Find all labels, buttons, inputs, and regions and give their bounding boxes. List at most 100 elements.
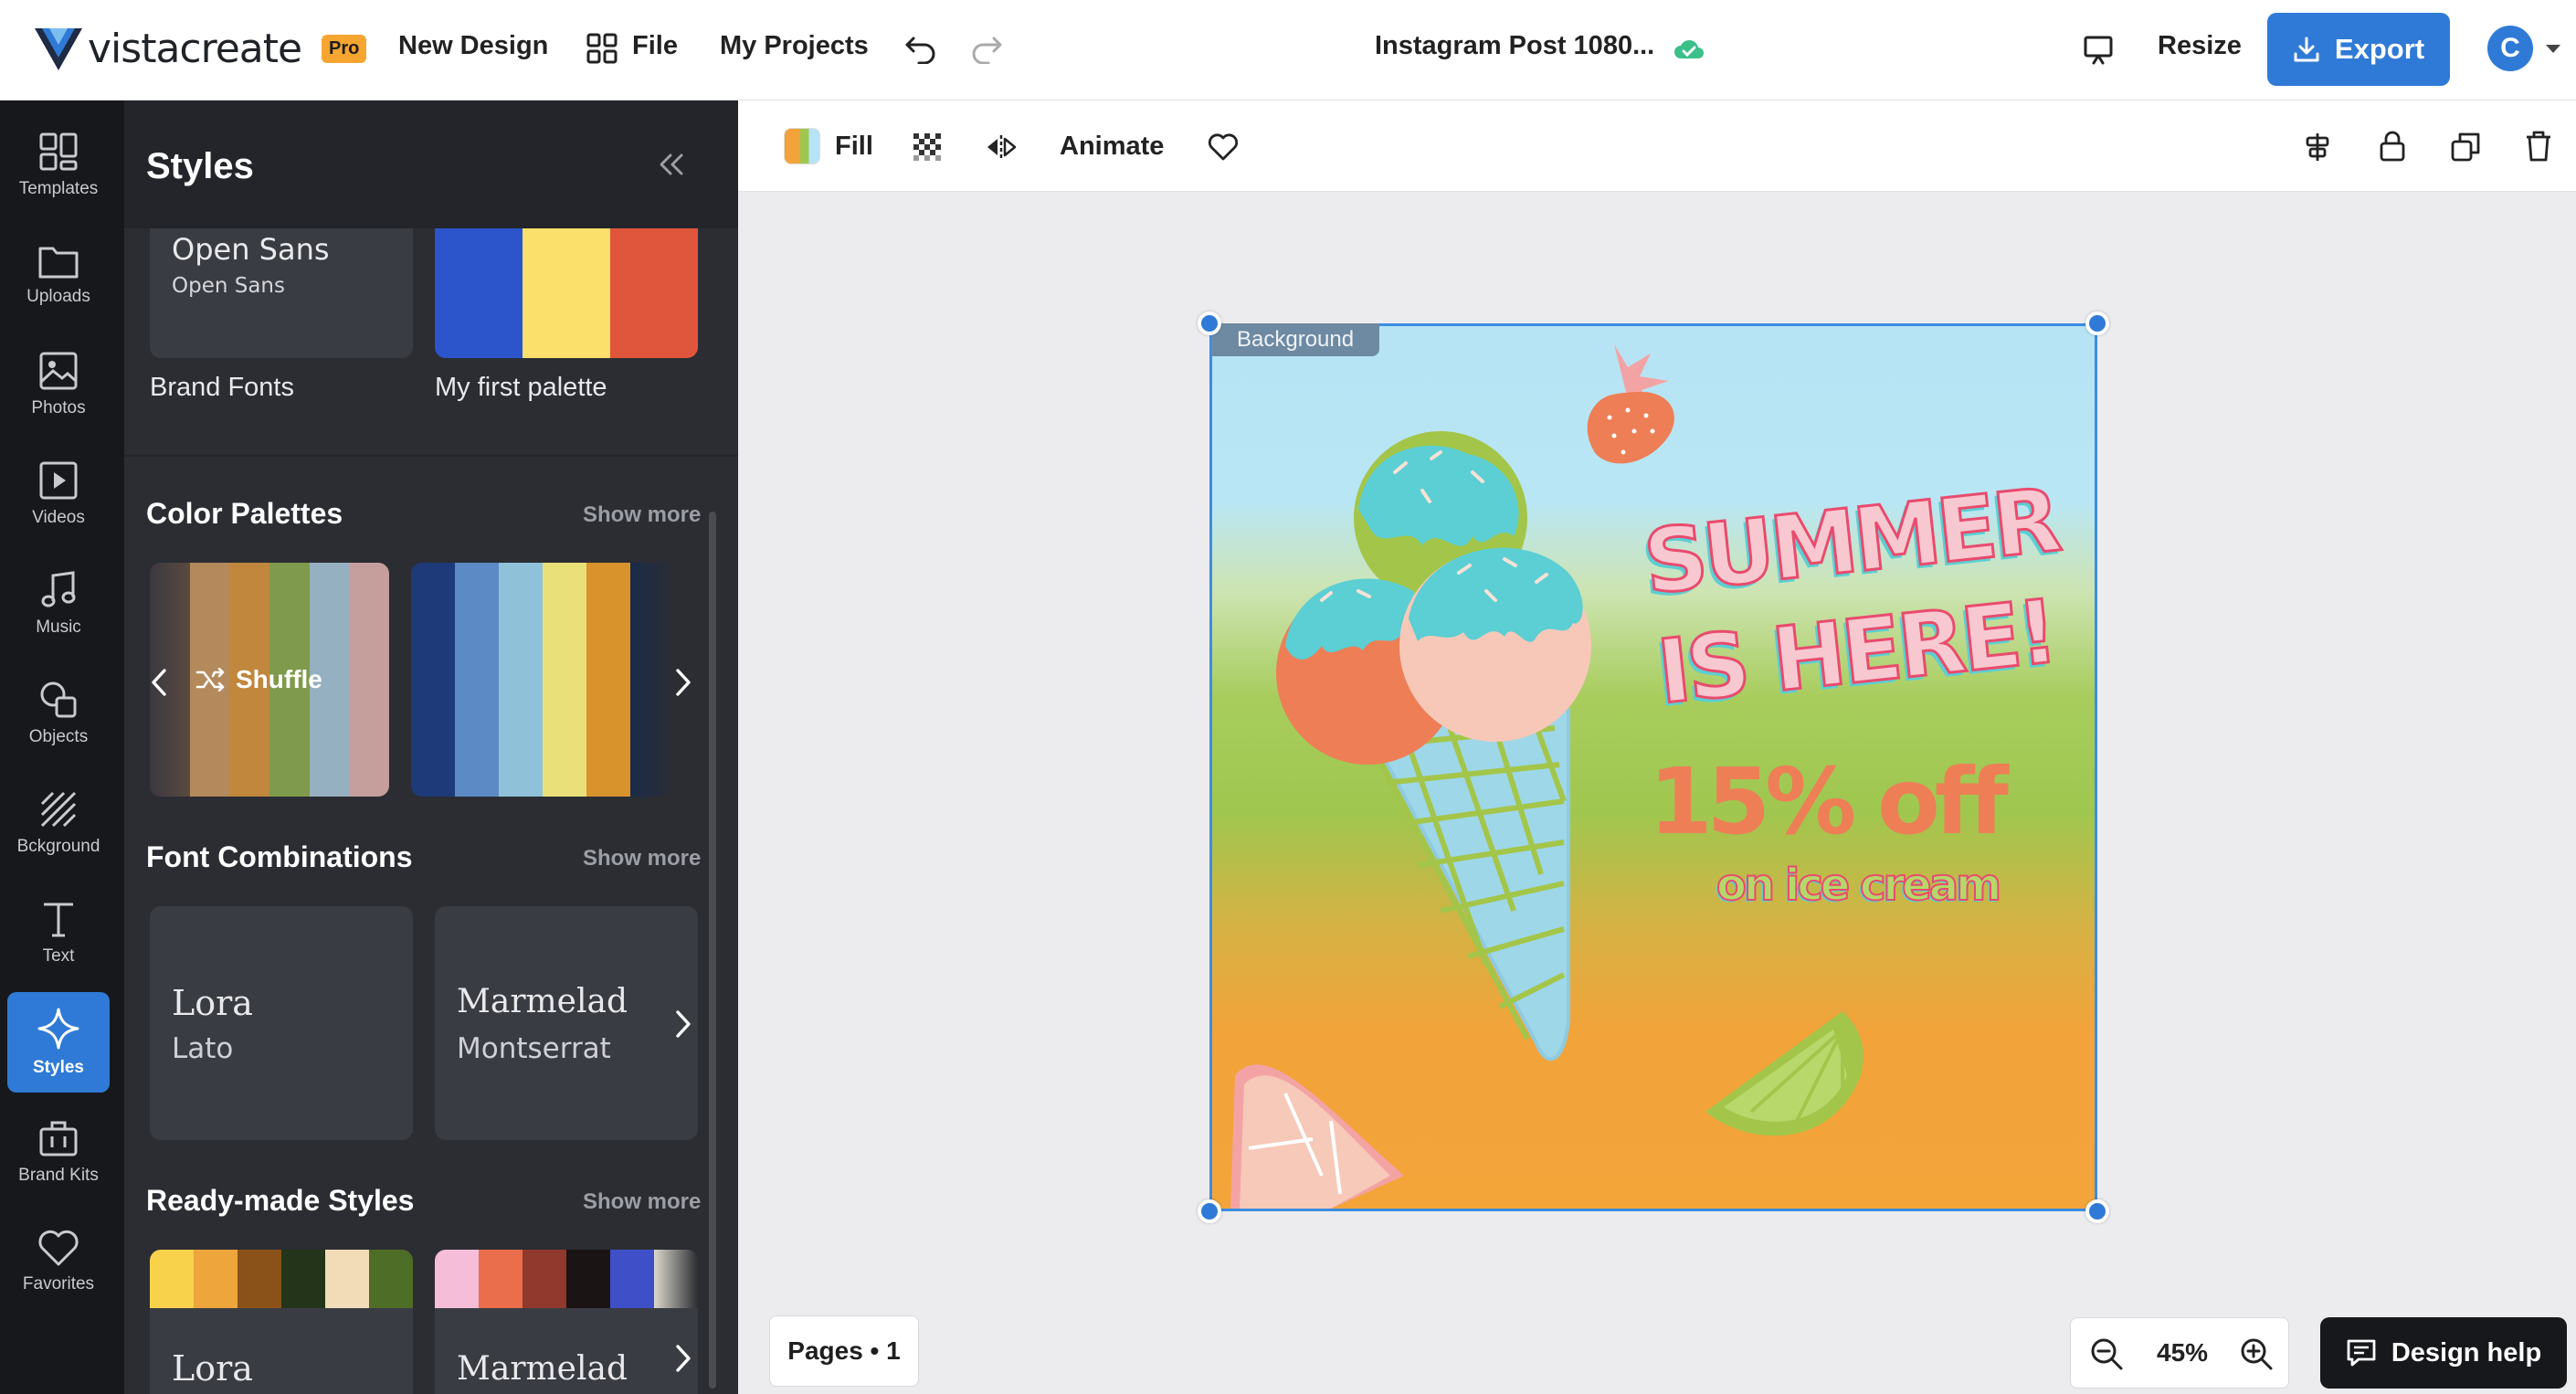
transparency-icon[interactable] [913, 133, 941, 161]
collapse-panel-icon[interactable] [656, 152, 687, 177]
rail-label-background: Bckground [16, 837, 100, 856]
palette-card-2[interactable] [411, 563, 674, 797]
rail-item-photos[interactable]: Photos [7, 334, 110, 435]
rail-item-background[interactable]: Bckground [7, 773, 110, 873]
rail-item-videos[interactable]: Videos [7, 444, 110, 544]
music-icon [41, 571, 76, 607]
avatar[interactable]: C [2487, 26, 2533, 71]
swatch [455, 563, 499, 797]
export-button[interactable]: Export [2267, 13, 2450, 86]
background-icon [40, 791, 77, 828]
rail-label-text: Text [42, 946, 75, 966]
download-icon [2294, 37, 2319, 62]
chevron-right-icon[interactable] [672, 1343, 694, 1374]
cloud-saved-icon [1674, 39, 1704, 58]
undo-icon[interactable] [904, 33, 937, 64]
swatch [411, 563, 455, 797]
swatch [435, 210, 523, 358]
my-palette-caption: My first palette [435, 373, 607, 402]
fill-button[interactable]: Fill [835, 132, 873, 162]
styles-panel: Open Sans Open Sans Brand Fonts My first… [124, 100, 738, 1394]
rail-item-objects[interactable]: Objects [7, 663, 110, 764]
redo-icon[interactable] [970, 33, 1003, 64]
font-combo-primary-1: Lora [172, 983, 253, 1023]
palette-card-shuffle[interactable]: Shuffle [150, 563, 389, 797]
panel-header: Styles [124, 100, 738, 228]
font-combinations-title: Font Combinations [146, 840, 413, 873]
design-help-button[interactable]: Design help [2320, 1317, 2567, 1389]
rail-label-brand-kits: Brand Kits [18, 1166, 99, 1185]
orange-slice-illustration [1230, 1064, 1404, 1209]
trash-icon[interactable] [2525, 130, 2552, 163]
rail-label-uploads: Uploads [26, 287, 90, 306]
fill-swatch-icon[interactable] [784, 128, 820, 164]
font-combo-primary-2: Marmelad [457, 983, 628, 1020]
readymade-card-2[interactable]: Marmelad [435, 1250, 698, 1394]
zoom-level[interactable]: 45% [2157, 1338, 2208, 1368]
rail-label-photos: Photos [31, 398, 86, 417]
resize-button[interactable]: Resize [2158, 31, 2242, 61]
my-projects-button[interactable]: My Projects [720, 31, 869, 61]
text-icon [44, 903, 73, 937]
shuffle-button[interactable]: Shuffle [195, 665, 322, 694]
headline-block[interactable]: SUMMER IS HERE! [1638, 468, 2064, 742]
font-combinations-show-more[interactable]: Show more [583, 846, 701, 871]
design-help-label: Design help [2391, 1337, 2542, 1368]
sparkle-icon [37, 1008, 79, 1050]
rail-item-styles[interactable]: Styles [7, 992, 110, 1093]
present-icon[interactable] [2083, 35, 2114, 66]
pages-button[interactable]: Pages • 1 [769, 1315, 919, 1387]
swatch [349, 563, 389, 797]
lime-slice-illustration [1705, 1011, 1863, 1136]
readymade-font-1: Lora [172, 1348, 253, 1389]
animate-button[interactable]: Animate [1060, 132, 1164, 162]
left-rail: Templates Uploads Photos Videos Music Ob… [0, 100, 124, 1394]
panel-scrollbar[interactable] [709, 512, 716, 1389]
lock-icon[interactable] [2379, 130, 2406, 163]
zoom-in-icon[interactable] [2239, 1336, 2274, 1371]
new-design-button[interactable]: New Design [398, 31, 548, 61]
resize-handle-top-right[interactable] [2085, 312, 2109, 335]
readymade-card-1[interactable]: Lora [150, 1250, 413, 1394]
zoom-out-icon[interactable] [2089, 1336, 2124, 1371]
swatch [566, 1250, 610, 1308]
font-combo-card-1[interactable]: Lora Lato [150, 906, 413, 1140]
document-title[interactable]: Instagram Post 1080... [1375, 31, 1654, 61]
swatch [479, 1250, 523, 1308]
discount-text[interactable]: 15% off [1649, 748, 2009, 855]
readymade-styles-show-more[interactable]: Show more [583, 1189, 701, 1215]
objects-icon [40, 681, 77, 718]
rail-item-templates[interactable]: Templates [7, 115, 110, 216]
chevron-down-icon[interactable] [2545, 44, 2561, 55]
image-icon [39, 352, 78, 390]
resize-handle-bottom-left[interactable] [1198, 1199, 1221, 1223]
color-palettes-show-more[interactable]: Show more [583, 502, 701, 528]
flip-icon[interactable] [985, 133, 1018, 161]
rail-item-text[interactable]: Text [7, 882, 110, 983]
resize-handle-bottom-right[interactable] [2085, 1199, 2109, 1223]
chevron-right-icon[interactable] [672, 1009, 694, 1040]
my-palette-swatches [435, 210, 698, 358]
rail-label-music: Music [36, 618, 81, 637]
file-menu-button[interactable]: File [632, 31, 678, 61]
pro-badge: Pro [322, 35, 367, 63]
chevron-right-icon[interactable] [672, 667, 694, 698]
design-canvas[interactable]: SUMMER IS HERE! 15% off on ice cream [1209, 323, 2097, 1211]
readymade-swatches-2 [435, 1250, 698, 1308]
rail-item-favorites[interactable]: Favorites [7, 1211, 110, 1312]
rail-item-uploads[interactable]: Uploads [7, 225, 110, 325]
swatch [610, 210, 698, 358]
vistacreate-logo[interactable]: vistacreate [35, 26, 302, 72]
resize-handle-top-left[interactable] [1198, 312, 1221, 335]
headline-text: SUMMER IS HERE! [1638, 468, 2064, 725]
heart-icon[interactable] [1208, 133, 1239, 161]
rail-item-music[interactable]: Music [7, 554, 110, 654]
chevron-left-icon[interactable] [148, 667, 170, 698]
readymade-font-2: Marmelad [457, 1350, 628, 1388]
rail-item-brand-kits[interactable]: Brand Kits [7, 1102, 110, 1202]
duplicate-icon[interactable] [2450, 132, 2481, 163]
font-combo-card-2[interactable]: Marmelad Montserrat [435, 906, 698, 1140]
my-palette-card[interactable] [435, 210, 698, 358]
subtitle-text[interactable]: on ice cream [1716, 859, 2002, 912]
align-icon[interactable] [2302, 132, 2333, 163]
